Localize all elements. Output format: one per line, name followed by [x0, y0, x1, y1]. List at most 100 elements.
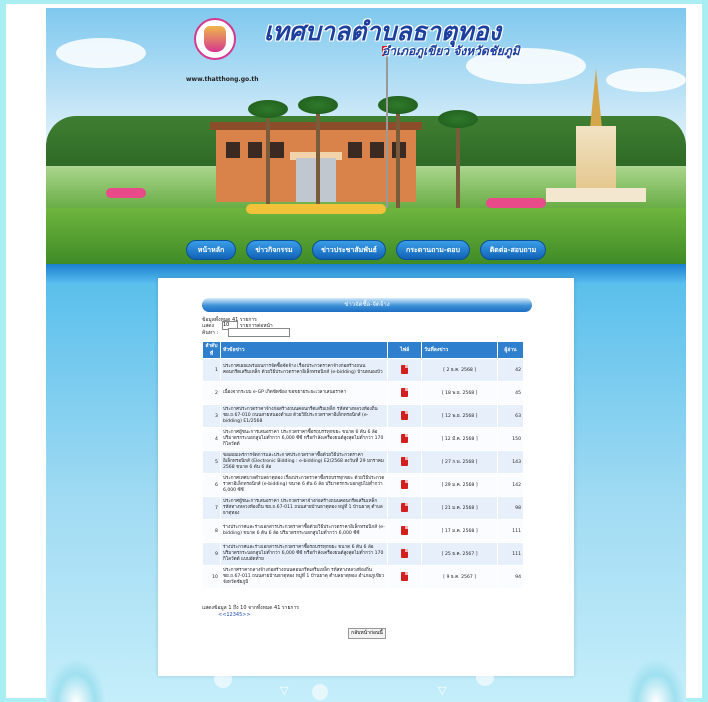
pdf-icon[interactable]: [401, 502, 409, 512]
municipality-logo[interactable]: [194, 18, 236, 60]
row-views: 111: [497, 519, 524, 543]
col-title: หัวข้อข่าว: [219, 341, 389, 359]
row-date: [ 18 พ.ย. 2568 ]: [421, 381, 498, 405]
table-row[interactable]: 2 เนื่องจากระบบ e-GP เกิดขัดข้อง ขอขยายร…: [202, 381, 524, 405]
cloud: [56, 38, 146, 68]
main-nav: หน้าหลัก ข่าวกิจกรรม ข่าวประชาสัมพันธ์ ก…: [46, 240, 686, 262]
row-title-link[interactable]: ประกาศประกวดราคาจ้างก่อสร้างถนนคอนกรีตเส…: [219, 404, 389, 428]
row-title-link[interactable]: ประกาศเทศบาลตำบลธาตุทอง เรื่องประกวดราคา…: [219, 473, 389, 497]
table-row[interactable]: 4 ประกาศผู้ชนะการเสนอราคา ประกวดราคาซื้อ…: [202, 427, 524, 451]
pdf-icon[interactable]: [401, 571, 409, 581]
row-date: [ 9 ธ.ค. 2567 ]: [421, 565, 498, 589]
pdf-icon[interactable]: [401, 410, 409, 420]
table-row[interactable]: 9 ร่างประกาศและร่างเอกสารประกวดราคาซื้อร…: [202, 542, 524, 566]
triangle-down-icon: ▽: [280, 684, 289, 697]
nav-qa-board[interactable]: กระดานถาม-ตอบ: [396, 240, 470, 260]
row-number: 2: [202, 381, 221, 405]
row-number: 8: [202, 519, 221, 543]
table-row[interactable]: 6 ประกาศเทศบาลตำบลธาตุทอง เรื่องประกวดรา…: [202, 473, 524, 497]
nav-activities[interactable]: ข่าวกิจกรรม: [246, 240, 302, 260]
search-input[interactable]: [228, 328, 290, 337]
palm-leaves: [298, 96, 338, 114]
pdf-icon[interactable]: [401, 364, 409, 374]
pdf-icon[interactable]: [401, 479, 409, 489]
pdf-icon[interactable]: [401, 548, 409, 558]
panel-header: ข่าวจัดซื้อ-จัดจ้าง: [202, 298, 532, 312]
row-number: 9: [202, 542, 221, 566]
palm-tree: [316, 104, 320, 208]
row-number: 1: [202, 358, 221, 382]
row-number: 7: [202, 496, 221, 520]
row-title-link[interactable]: ประกาศผู้ชนะการเสนอราคา ประกวดราคาซื้อรถ…: [219, 427, 389, 451]
row-views: 142: [497, 473, 524, 497]
row-number: 4: [202, 427, 221, 451]
pdf-icon[interactable]: [401, 387, 409, 397]
triangle-down-icon: ▽: [438, 684, 447, 697]
bubble: [476, 668, 494, 686]
row-title-link[interactable]: ขอเผยแพร่การจัดการและประกาศประกวดราคาซื้…: [219, 450, 389, 474]
flower-bed: [486, 198, 546, 208]
col-date: วันที่ลงข่าว: [421, 341, 498, 359]
row-title-link[interactable]: เนื่องจากระบบ e-GP เกิดขัดข้อง ขอขยายระย…: [219, 381, 389, 405]
row-date: [ 29 ม.ค. 2568 ]: [421, 473, 498, 497]
nav-press-news[interactable]: ข่าวประชาสัมพันธ์: [312, 240, 386, 260]
pdf-icon[interactable]: [401, 525, 409, 535]
lotus-decoration: [46, 658, 106, 702]
row-title-link[interactable]: ร่างประกาศและร่างเอกสารประกวดราคาซื้อด้ว…: [219, 519, 389, 543]
site-url[interactable]: www.thatthong.go.th: [186, 76, 259, 83]
site-banner: เทศบาลตำบลธาตุทอง อำเภอภูเขียว จังหวัดชั…: [46, 8, 686, 266]
table-header-row: ลำดับที่ หัวข้อข่าว ไฟล์ วันที่ลงข่าว ผู…: [202, 341, 524, 359]
palm-tree: [456, 118, 460, 208]
row-views: 94: [497, 565, 524, 589]
nav-home[interactable]: หน้าหลัก: [186, 240, 236, 260]
col-number: ลำดับที่: [202, 341, 221, 359]
page-frame: เทศบาลตำบลธาตุทอง อำเภอภูเขียว จังหวัดชั…: [6, 4, 702, 702]
row-title-link[interactable]: ประกาศผู้ชนะการเสนอราคา ประกวดราคาจ้างก่…: [219, 496, 389, 520]
table-row[interactable]: 5 ขอเผยแพร่การจัดการและประกาศประกวดราคาซ…: [202, 450, 524, 474]
flower-bed: [246, 204, 386, 214]
row-views: 150: [497, 427, 524, 451]
temple-stupa: [546, 68, 646, 208]
row-views: 42: [497, 358, 524, 382]
palm-leaves: [438, 110, 478, 128]
table-row[interactable]: 10 ประกาศราคากลางจ้างก่อสร้างถนนคอนกรีตเ…: [202, 565, 524, 589]
row-date: [ 12 พ.ย. 2568 ]: [421, 404, 498, 428]
row-title-link[interactable]: ร่างประกาศและร่างเอกสารประกวดราคาซื้อรถบ…: [219, 542, 389, 566]
flagpole: [386, 48, 388, 208]
lotus-decoration: [626, 658, 686, 702]
bubble: [312, 684, 328, 700]
flower-bed: [106, 188, 146, 198]
row-title-link[interactable]: ประกาศราคากลางจ้างก่อสร้างถนนคอนกรีตเสริ…: [219, 565, 389, 589]
row-date: [ 25 ธ.ค. 2567 ]: [421, 542, 498, 566]
back-button[interactable]: กลับหน้าก่อนนี้: [348, 628, 386, 639]
footer-decoration: ▽ ▽: [46, 648, 686, 702]
site-subtitle: อำเภอภูเขียว จังหวัดชัยภูมิ: [382, 44, 520, 58]
row-number: 3: [202, 404, 221, 428]
row-date: [ 2 ธ.ค. 2568 ]: [421, 358, 498, 382]
row-views: 63: [497, 404, 524, 428]
palm-tree: [266, 108, 270, 208]
col-views: ผู้อ่าน: [497, 341, 524, 359]
palm-leaves: [378, 96, 418, 114]
table-row[interactable]: 3 ประกาศประกวดราคาจ้างก่อสร้างถนนคอนกรีต…: [202, 404, 524, 428]
result-summary: แสดงข้อมูล 1 ถึง 10 จากทั้งหมด 41 รายการ: [202, 605, 299, 611]
row-number: 6: [202, 473, 221, 497]
col-file: ไฟล์: [387, 341, 423, 359]
row-number: 5: [202, 450, 221, 474]
pdf-icon[interactable]: [401, 456, 409, 466]
search-label: ค้นหา :: [202, 330, 219, 336]
row-number: 10: [202, 565, 221, 589]
table-row[interactable]: 8 ร่างประกาศและร่างเอกสารประกวดราคาซื้อด…: [202, 519, 524, 543]
row-date: [ 12 มี.ค. 2568 ]: [421, 427, 498, 451]
bubble: [214, 670, 232, 688]
row-date: [ 17 ม.ค. 2568 ]: [421, 519, 498, 543]
row-views: 45: [497, 381, 524, 405]
pagination[interactable]: <<12345>>: [218, 612, 251, 618]
table-row[interactable]: 7 ประกาศผู้ชนะการเสนอราคา ประกวดราคาจ้าง…: [202, 496, 524, 520]
row-title-link[interactable]: ประกาศเผยแพร่แผนการจัดซื้อจัดจ้าง เรื่อง…: [219, 358, 389, 382]
table-row[interactable]: 1 ประกาศเผยแพร่แผนการจัดซื้อจัดจ้าง เรื่…: [202, 358, 524, 382]
pdf-icon[interactable]: [401, 433, 409, 443]
nav-contact[interactable]: ติดต่อ-สอบถาม: [480, 240, 546, 260]
row-date: [ 21 ม.ค. 2568 ]: [421, 496, 498, 520]
palm-leaves: [248, 100, 288, 118]
